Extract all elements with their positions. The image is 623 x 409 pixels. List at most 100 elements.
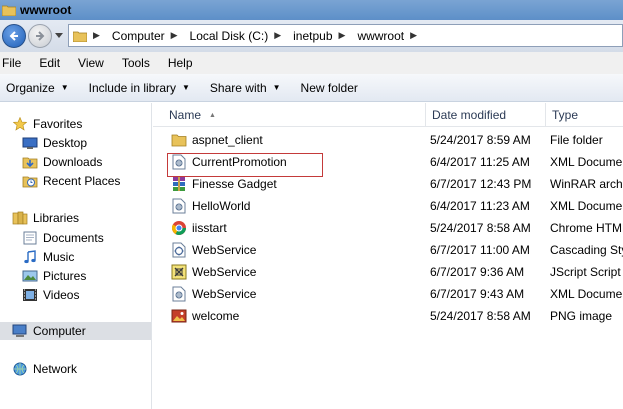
file-list: Name ▲ Date modified Type aspnet_client 5/… xyxy=(153,103,623,409)
file-name: iisstart xyxy=(192,221,227,235)
file-name-cell: aspnet_client xyxy=(171,129,421,151)
back-button[interactable] xyxy=(2,24,26,48)
file-row[interactable]: welcome 5/24/2017 8:58 AM PNG image xyxy=(153,305,623,327)
column-header-name[interactable]: Name ▲ xyxy=(163,103,426,127)
address-bar[interactable]: ▶ Computer ▶ Local Disk (C:) ▶ inetpub ▶ ww… xyxy=(68,24,623,47)
new-folder-button[interactable]: New folder xyxy=(301,81,358,95)
column-header-date-modified[interactable]: Date modified xyxy=(426,103,546,127)
menu-tools[interactable]: Tools xyxy=(116,56,156,70)
videos-icon xyxy=(22,288,38,302)
file-date-modified: 6/7/2017 9:43 AM xyxy=(430,287,525,301)
chevron-down-icon xyxy=(55,33,63,38)
xml-file-icon xyxy=(171,154,187,170)
file-row[interactable]: WebService 6/7/2017 9:36 AM JScript Script… xyxy=(153,261,623,283)
file-date-modified: 6/7/2017 9:36 AM xyxy=(430,265,525,279)
nav-network[interactable]: Network xyxy=(12,360,77,378)
file-row[interactable]: Finesse Gadget 6/7/2017 12:43 PM WinRAR ar… xyxy=(153,173,623,195)
menu-help[interactable]: Help xyxy=(162,56,199,70)
nav-libraries[interactable]: Libraries xyxy=(12,209,79,227)
share-with-button[interactable]: Share with ▼ xyxy=(210,81,281,95)
file-name: WebService xyxy=(192,265,257,279)
file-row[interactable]: CurrentPromotion 6/4/2017 11:25 AM XML Doc… xyxy=(153,151,623,173)
arrow-left-icon xyxy=(9,31,18,41)
file-date-modified: 6/4/2017 11:23 AM xyxy=(430,199,530,213)
pictures-icon xyxy=(22,269,38,283)
nav-recent-places[interactable]: Recent Places xyxy=(22,172,120,190)
file-name: WebService xyxy=(192,243,257,257)
file-row[interactable]: WebService 6/7/2017 9:43 AM XML Document xyxy=(153,283,623,305)
file-type: Chrome HTML Document xyxy=(550,221,623,235)
file-name-cell: WebService xyxy=(171,239,421,261)
png-file-icon xyxy=(171,308,187,324)
forward-button[interactable] xyxy=(28,24,52,48)
menu-file[interactable]: File xyxy=(0,56,27,70)
file-name: CurrentPromotion xyxy=(192,155,287,169)
nav-documents[interactable]: Documents xyxy=(22,229,104,247)
breadcrumb-separator-icon: ▶ xyxy=(170,30,178,40)
file-date-modified: 5/24/2017 8:59 AM xyxy=(430,133,531,147)
command-bar: Organize ▼ Include in library ▼ Share with… xyxy=(0,74,623,102)
folder-icon xyxy=(2,5,16,16)
breadcrumb-separator-icon: ▶ xyxy=(338,30,346,40)
nav-videos[interactable]: Videos xyxy=(22,286,79,304)
file-row[interactable]: HelloWorld 6/4/2017 11:23 AM XML Document xyxy=(153,195,623,217)
sort-ascending-icon: ▲ xyxy=(209,111,216,119)
file-date-modified: 6/7/2017 12:43 PM xyxy=(430,177,532,191)
music-icon xyxy=(22,250,38,264)
winrar-file-icon xyxy=(171,176,187,192)
caret-down-icon: ▼ xyxy=(272,83,281,92)
xml-file-icon xyxy=(171,286,187,302)
navigation-bar: ▶ Computer ▶ Local Disk (C:) ▶ inetpub ▶ ww… xyxy=(0,20,623,52)
file-name-cell: welcome xyxy=(171,305,421,327)
file-date-modified: 6/4/2017 11:25 AM xyxy=(430,155,530,169)
network-icon xyxy=(12,362,28,376)
breadcrumb-local-disk[interactable]: Local Disk (C:) ▶ xyxy=(190,29,288,43)
navigation-pane: Favorites Desktop Downloads Recent Place… xyxy=(0,103,152,409)
recent-places-icon xyxy=(22,174,38,188)
downloads-folder-icon xyxy=(22,155,38,169)
file-type: WinRAR archive xyxy=(550,177,623,191)
menu-view[interactable]: View xyxy=(72,56,110,70)
file-type: JScript Script File xyxy=(550,265,623,279)
star-icon xyxy=(12,117,28,131)
menu-bar: File Edit View Tools Help xyxy=(0,52,623,74)
computer-icon xyxy=(12,324,28,338)
xml-file-icon xyxy=(171,198,187,214)
file-type: Cascading Style Sheet xyxy=(550,243,623,257)
breadcrumb-separator-icon: ▶ xyxy=(274,30,282,40)
file-name: welcome xyxy=(192,309,240,323)
arrow-right-icon xyxy=(36,31,45,41)
file-row[interactable]: iisstart 5/24/2017 8:58 AM Chrome HTML Doc… xyxy=(153,217,623,239)
file-name-cell: HelloWorld xyxy=(171,195,421,217)
breadcrumb-wwwroot[interactable]: wwwroot ▶ xyxy=(357,29,423,43)
file-name-cell: Finesse Gadget xyxy=(171,173,421,195)
folder-icon xyxy=(73,31,87,42)
file-row[interactable]: WebService 6/7/2017 11:00 AM Cascading Sty… xyxy=(153,239,623,261)
file-type: XML Document xyxy=(550,287,623,301)
recent-pages-dropdown[interactable] xyxy=(54,31,64,41)
file-name: WebService xyxy=(192,287,257,301)
organize-button[interactable]: Organize ▼ xyxy=(6,81,69,95)
nav-music[interactable]: Music xyxy=(22,248,74,266)
file-row[interactable]: aspnet_client 5/24/2017 8:59 AM File folde… xyxy=(153,129,623,151)
folder-icon xyxy=(171,132,187,148)
column-headers: Name ▲ Date modified Type xyxy=(153,103,623,127)
nav-computer[interactable]: Computer xyxy=(0,322,151,340)
menu-edit[interactable]: Edit xyxy=(33,56,66,70)
libraries-icon xyxy=(12,211,28,225)
breadcrumb-computer[interactable]: Computer ▶ xyxy=(112,29,184,43)
nav-downloads[interactable]: Downloads xyxy=(22,153,102,171)
file-name: aspnet_client xyxy=(192,133,263,147)
title-bar: wwwroot xyxy=(0,0,623,20)
nav-favorites[interactable]: Favorites xyxy=(12,115,82,133)
nav-desktop[interactable]: Desktop xyxy=(22,134,87,152)
file-type: File folder xyxy=(550,133,603,147)
breadcrumb-inetpub[interactable]: inetpub ▶ xyxy=(293,29,351,43)
documents-icon xyxy=(22,231,38,245)
file-type: XML Document xyxy=(550,199,623,213)
include-in-library-button[interactable]: Include in library ▼ xyxy=(89,81,190,95)
window-title: wwwroot xyxy=(20,3,72,17)
column-header-type[interactable]: Type xyxy=(546,103,623,127)
nav-pictures[interactable]: Pictures xyxy=(22,267,86,285)
caret-down-icon: ▼ xyxy=(182,83,190,92)
